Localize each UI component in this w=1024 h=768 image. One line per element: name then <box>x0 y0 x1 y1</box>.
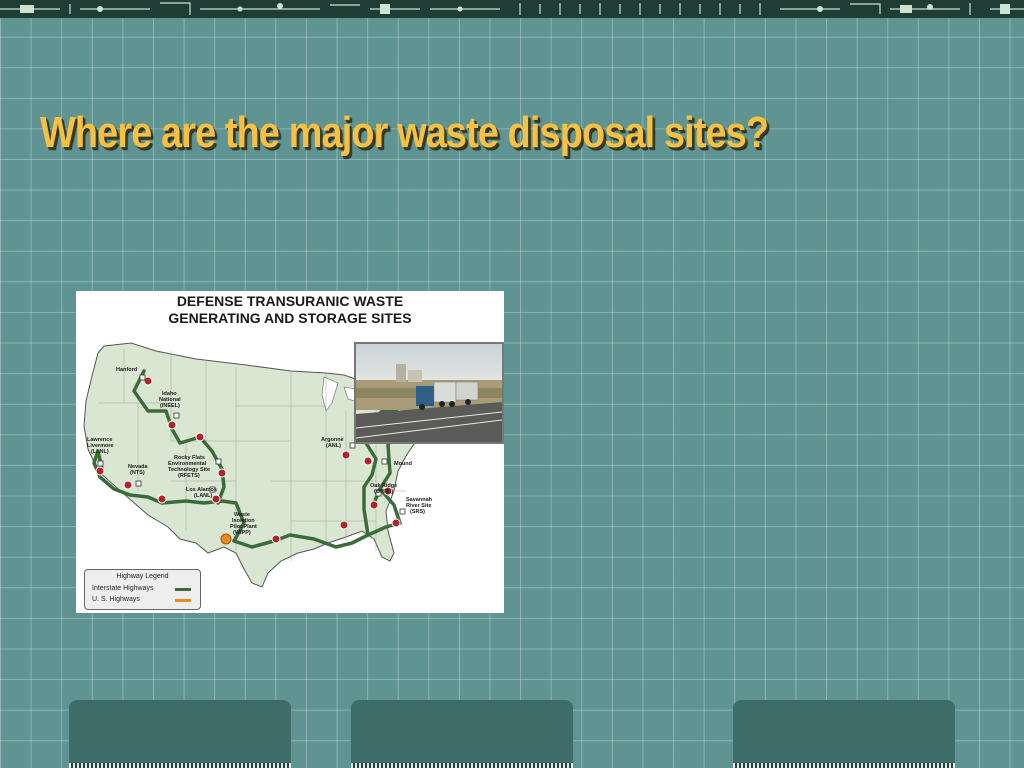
legend-title: Highway Legend <box>116 573 169 580</box>
circuit-border-strip <box>0 0 1024 18</box>
legend-interstate-line <box>175 588 191 591</box>
nav-button-left[interactable] <box>69 700 291 768</box>
circuit-pattern-icon <box>0 2 1024 15</box>
nav-button-right[interactable] <box>733 700 955 768</box>
label-nts-2: (NTS) <box>130 470 145 476</box>
label-rfets-4: (RFETS) <box>178 473 200 479</box>
slide-title: Where are the major waste disposal sites… <box>40 108 769 157</box>
label-anl-2: (ANL) <box>326 443 341 449</box>
label-mound: Mound <box>394 461 412 467</box>
legend-us-label: U. S. Highways <box>92 596 140 603</box>
nav-button-center[interactable] <box>351 700 573 768</box>
label-lanl-2: (LANL) <box>194 493 212 499</box>
truck-photo-image <box>356 344 502 442</box>
label-llnl-3: (LLNL) <box>91 449 109 455</box>
waste-sites-map: Hanford Idaho National (INEEL) Lawrence … <box>76 291 504 613</box>
truck-photo <box>354 342 504 444</box>
label-wipp-4: (WIPP) <box>233 530 251 536</box>
label-ineel-3: (INEEL) <box>160 403 180 409</box>
label-srs-3: (SRS) <box>410 509 425 515</box>
label-ornl-2: (ORNL) <box>374 489 393 495</box>
us-map-graphic: Hanford Idaho National (INEEL) Lawrence … <box>83 342 433 588</box>
legend-interstate-label: Interstate Highways <box>92 585 154 592</box>
highway-legend: Highway Legend Interstate Highways U. S.… <box>84 569 201 610</box>
map-heading: DEFENSE TRANSURANIC WASTE GENERATING AND… <box>76 293 504 327</box>
map-heading-line2: GENERATING AND STORAGE SITES <box>168 310 412 326</box>
legend-us-line <box>175 599 191 602</box>
wipp-marker-icon <box>220 533 232 545</box>
label-hanford: Hanford <box>116 367 137 373</box>
map-heading-line1: DEFENSE TRANSURANIC WASTE <box>176 293 404 309</box>
